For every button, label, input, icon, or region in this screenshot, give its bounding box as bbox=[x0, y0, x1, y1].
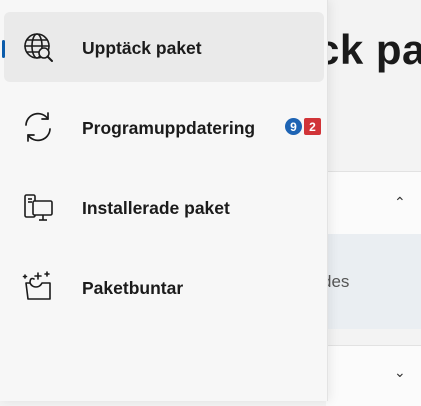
expander-header[interactable]: ⌃ bbox=[326, 171, 421, 235]
desktop-computer-icon bbox=[24, 194, 53, 221]
sidebar-item-label: Upptäck paket bbox=[82, 38, 202, 58]
sync-icon bbox=[25, 112, 51, 142]
selection-indicator bbox=[2, 40, 5, 58]
sidebar-item-updates[interactable]: Programuppdatering bbox=[4, 92, 324, 162]
sidebar-item-bundles[interactable]: Paketbuntar bbox=[4, 252, 324, 322]
sidebar-navigation: Upptäck paket Programuppdatering 9 2 Ins… bbox=[0, 0, 328, 401]
chevron-down-icon[interactable]: ⌄ bbox=[394, 364, 406, 381]
alerts-count-badge: 2 bbox=[304, 118, 321, 135]
expander-header-2[interactable]: ⌄ bbox=[326, 345, 421, 406]
sidebar-item-installed[interactable]: Installerade paket bbox=[4, 172, 324, 242]
bundle-sparkle-icon bbox=[22, 271, 51, 300]
globe-search-icon bbox=[24, 33, 53, 62]
chevron-up-icon[interactable]: ⌃ bbox=[394, 194, 406, 211]
updates-count-badge: 9 bbox=[285, 118, 302, 135]
update-badges: 9 2 bbox=[285, 118, 321, 135]
sidebar-item-label: Installerade paket bbox=[82, 198, 230, 218]
sidebar-item-discover[interactable]: Upptäck paket bbox=[2, 12, 324, 82]
page-title: ck pa bbox=[316, 26, 421, 73]
sidebar-item-label: Programuppdatering bbox=[82, 118, 256, 138]
sidebar-item-label: Paketbuntar bbox=[82, 278, 184, 298]
